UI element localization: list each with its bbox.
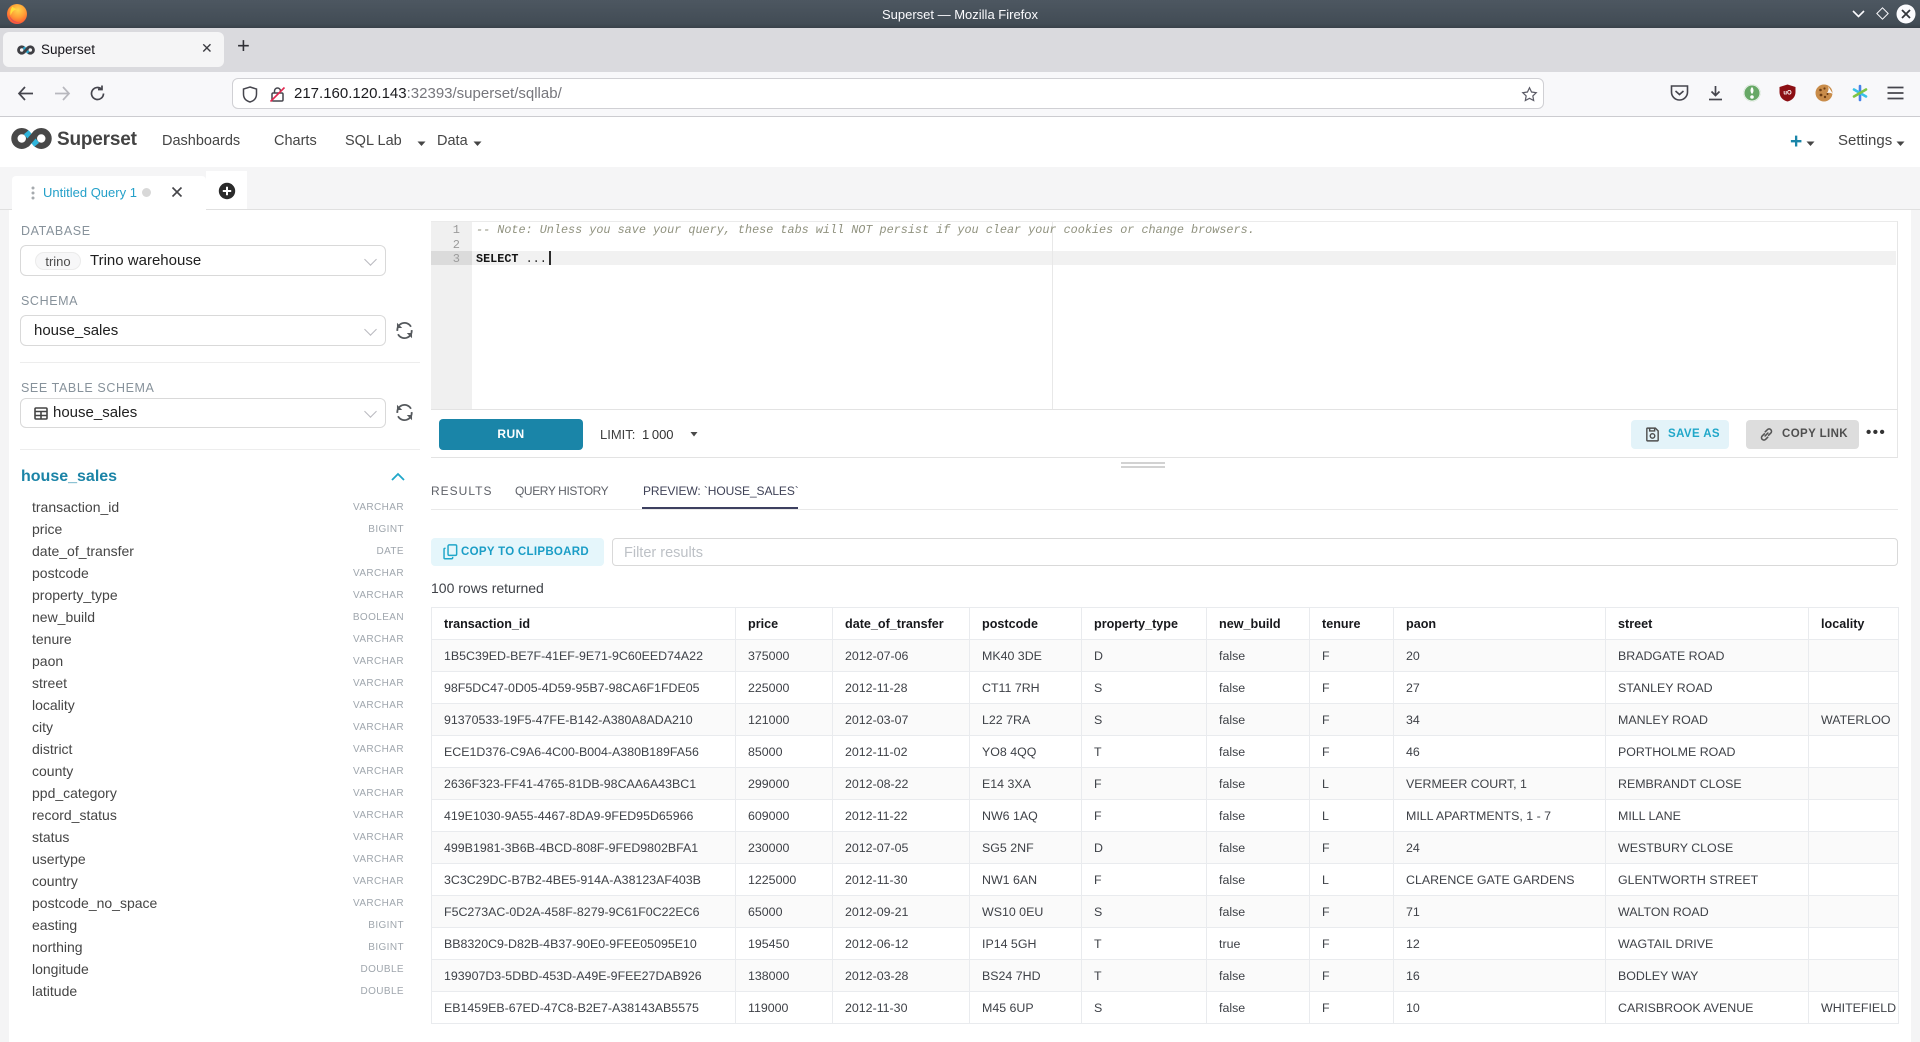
svg-text:uO: uO xyxy=(1783,91,1792,97)
